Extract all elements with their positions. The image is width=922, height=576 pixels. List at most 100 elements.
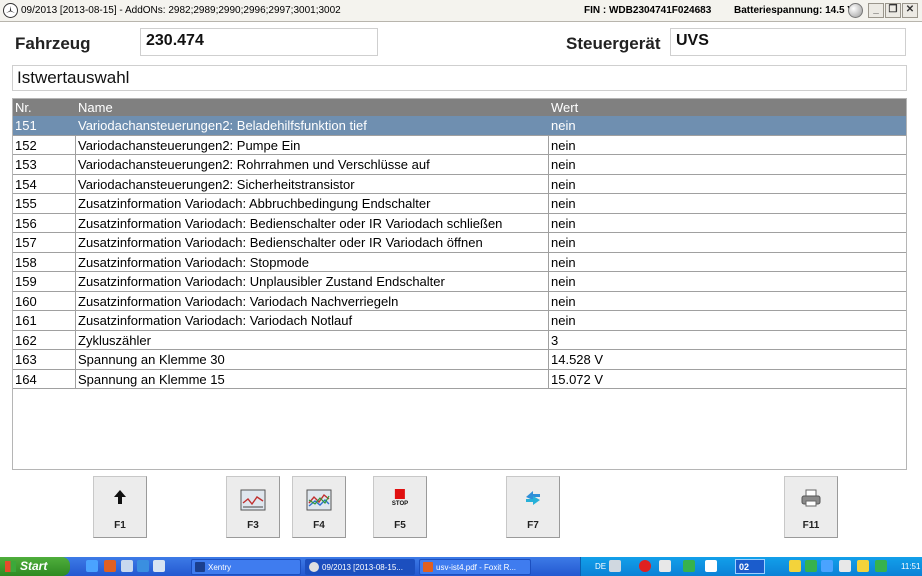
tray-safe-remove-icon[interactable] xyxy=(875,560,887,572)
f5-button[interactable]: STOP F5 xyxy=(373,476,427,538)
cell-wert: nein xyxy=(551,215,576,231)
cell-name: Spannung an Klemme 15 xyxy=(78,371,225,387)
tray-blocked-icon[interactable] xyxy=(639,560,651,572)
f5-label: F5 xyxy=(394,520,406,531)
cell-wert: nein xyxy=(551,274,576,289)
xentry-icon xyxy=(195,562,205,572)
mercedes-logo-icon xyxy=(309,562,319,572)
cell-nr: 153 xyxy=(15,157,37,172)
cell-wert: nein xyxy=(551,176,576,192)
quicklaunch-ie-icon[interactable] xyxy=(137,560,149,572)
tray-update-icon[interactable] xyxy=(857,560,869,572)
cell-name: Zykluszähler xyxy=(78,332,151,348)
cell-nr: 151 xyxy=(15,118,37,133)
cell-nr: 158 xyxy=(15,254,37,270)
cell-name: Variodachansteuerungen2: Pumpe Ein xyxy=(78,137,301,153)
table-row[interactable]: 151 Variodachansteuerungen2: Beladehilfsf… xyxy=(13,116,906,136)
f3-button[interactable]: F3 xyxy=(226,476,280,538)
steuergeraet-label: Steuergerät xyxy=(566,34,661,53)
cell-nr: 154 xyxy=(15,176,37,192)
section-title: Istwertauswahl xyxy=(12,65,907,91)
up-arrow-icon xyxy=(113,489,127,510)
fin-label: FIN : WDB2304741F024683 xyxy=(584,5,712,16)
cell-nr: 160 xyxy=(15,293,37,309)
f7-button[interactable]: F7 xyxy=(506,476,560,538)
tray-card-icon[interactable] xyxy=(705,560,717,572)
tray-sync-icon[interactable] xyxy=(683,560,695,572)
restore-button[interactable]: ❐ xyxy=(885,3,901,18)
table-row[interactable]: 157 Zusatzinformation Variodach: Bediensc… xyxy=(13,233,906,253)
task-xentry-window-label: 09/2013 [2013-08-15... xyxy=(322,563,403,572)
language-indicator[interactable]: DE xyxy=(595,562,606,571)
function-key-bar: F1 F3 F4 STOP F5 F7 F11 xyxy=(0,470,922,557)
cell-name: Zusatzinformation Variodach: Bedienschal… xyxy=(78,215,503,231)
task-foxit[interactable]: usv-ist4.pdf - Foxit R... xyxy=(419,559,531,575)
fahrzeug-field: 230.474 xyxy=(140,28,378,56)
windows-flag-icon xyxy=(5,561,16,572)
table-row[interactable]: 163 Spannung an Klemme 30 14.528 V xyxy=(13,350,906,370)
cell-nr: 156 xyxy=(15,215,37,231)
table-row[interactable]: 164 Spannung an Klemme 15 15.072 V xyxy=(13,369,906,389)
graph-icon xyxy=(240,489,266,516)
cell-name: Variodachansteuerungen2: Rohrrahmen und … xyxy=(78,157,430,172)
cell-name: Zusatzinformation Variodach: Abbruchbedi… xyxy=(78,196,431,211)
cell-nr: 163 xyxy=(15,352,37,367)
table-row[interactable]: 153 Variodachansteuerungen2: Rohrrahmen u… xyxy=(13,155,906,175)
cell-name: Zusatzinformation Variodach: Variodach N… xyxy=(78,293,399,309)
f11-button[interactable]: F11 xyxy=(784,476,838,538)
swap-arrows-icon xyxy=(523,489,543,512)
quicklaunch-desktop-icon[interactable] xyxy=(86,560,98,572)
quicklaunch-media-icon[interactable] xyxy=(153,560,165,572)
start-button[interactable]: Start xyxy=(0,557,70,576)
clock: 11:51 xyxy=(901,562,921,571)
pdf-icon xyxy=(423,562,433,572)
steuergeraet-field: UVS xyxy=(670,28,906,56)
table-row[interactable]: 152 Variodachansteuerungen2: Pumpe Ein nei… xyxy=(13,135,906,155)
table-row[interactable]: 155 Zusatzinformation Variodach: Abbruchb… xyxy=(13,194,906,214)
task-xentry-window[interactable]: 09/2013 [2013-08-15... xyxy=(305,559,415,575)
taskbar: Start Xentry 09/2013 [2013-08-15... usv-… xyxy=(0,557,922,576)
stop-icon: STOP xyxy=(392,489,408,507)
cell-wert: 3 xyxy=(551,332,559,348)
printer-icon xyxy=(800,489,822,512)
table-row[interactable]: 161 Zusatzinformation Variodach: Variodac… xyxy=(13,311,906,331)
window-title: 09/2013 [2013-08-15] - AddONs: 2982;2989… xyxy=(21,5,341,16)
tray-network-icon[interactable] xyxy=(609,560,621,572)
fahrzeug-label: Fahrzeug xyxy=(15,34,91,53)
task-xentry[interactable]: Xentry xyxy=(191,559,301,575)
cell-nr: 161 xyxy=(15,313,37,328)
cell-wert: nein xyxy=(551,196,576,211)
table-row[interactable]: 156 Zusatzinformation Variodach: Bediensc… xyxy=(13,213,906,233)
values-table: Nr. Name Wert 151 Variodachansteuerungen2… xyxy=(12,98,907,470)
table-row[interactable]: 162 Zykluszähler 3 xyxy=(13,330,906,350)
tray-badge[interactable]: 02 xyxy=(735,559,765,574)
cell-wert: nein xyxy=(551,254,576,270)
cell-wert: nein xyxy=(551,235,576,250)
cell-wert: nein xyxy=(551,118,576,133)
close-button[interactable]: ✕ xyxy=(902,3,918,18)
main-panel: Fahrzeug 230.474 Steuergerät UVS Istwert… xyxy=(0,22,922,557)
cell-name: Zusatzinformation Variodach: Stopmode xyxy=(78,254,309,270)
cell-nr: 162 xyxy=(15,332,37,348)
table-row[interactable]: 159 Zusatzinformation Variodach: Unplausi… xyxy=(13,272,906,292)
minimize-button[interactable]: _ xyxy=(868,3,884,18)
f1-button[interactable]: F1 xyxy=(93,476,147,538)
table-row[interactable]: 160 Zusatzinformation Variodach: Variodac… xyxy=(13,291,906,311)
start-label: Start xyxy=(20,559,48,573)
table-row[interactable]: 154 Variodachansteuerungen2: Sicherheitst… xyxy=(13,174,906,194)
cell-nr: 152 xyxy=(15,137,37,153)
cell-wert: nein xyxy=(551,313,576,328)
cell-nr: 157 xyxy=(15,235,37,250)
table-row[interactable]: 158 Zusatzinformation Variodach: Stopmode… xyxy=(13,252,906,272)
cell-name: Zusatzinformation Variodach: Bedienschal… xyxy=(78,235,483,250)
tray-device-icon[interactable] xyxy=(659,560,671,572)
tray-shield-icon[interactable] xyxy=(805,560,817,572)
tray-monitor-icon[interactable] xyxy=(789,560,801,572)
cell-name: Zusatzinformation Variodach: Unplausible… xyxy=(78,274,445,289)
quicklaunch-mail-icon[interactable] xyxy=(121,560,133,572)
quicklaunch-pdf-icon[interactable] xyxy=(104,560,116,572)
tray-bluetooth-icon[interactable] xyxy=(821,560,833,572)
cell-nr: 155 xyxy=(15,196,37,211)
tray-volume-icon[interactable] xyxy=(839,560,851,572)
f4-button[interactable]: F4 xyxy=(292,476,346,538)
